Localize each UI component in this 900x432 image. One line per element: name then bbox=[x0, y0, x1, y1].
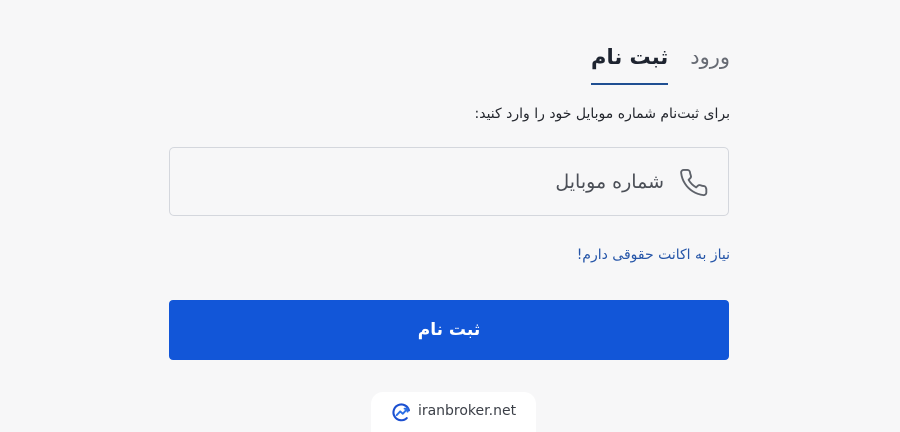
legal-account-link[interactable]: نیاز به اکانت حقوقی دارم! bbox=[577, 247, 730, 263]
instruction-text: برای ثبت‌نام شماره موبایل خود را وارد کن… bbox=[474, 106, 731, 122]
signup-submit-button[interactable]: ثبت نام bbox=[169, 300, 729, 360]
phone-input[interactable] bbox=[194, 148, 664, 215]
phone-icon bbox=[680, 168, 708, 197]
tab-login[interactable]: ورود bbox=[690, 40, 730, 85]
auth-tabs: ثبت نام ورود bbox=[591, 40, 730, 85]
iranbroker-logo-icon bbox=[392, 403, 410, 421]
phone-field[interactable] bbox=[169, 147, 729, 216]
brand-name: iranbroker.net bbox=[417, 403, 517, 419]
brand-badge: iranbroker.net bbox=[371, 392, 536, 432]
signup-page: ثبت نام ورود برای ثبت‌نام شماره موبایل خ… bbox=[0, 0, 900, 432]
tab-signup[interactable]: ثبت نام bbox=[591, 40, 669, 85]
